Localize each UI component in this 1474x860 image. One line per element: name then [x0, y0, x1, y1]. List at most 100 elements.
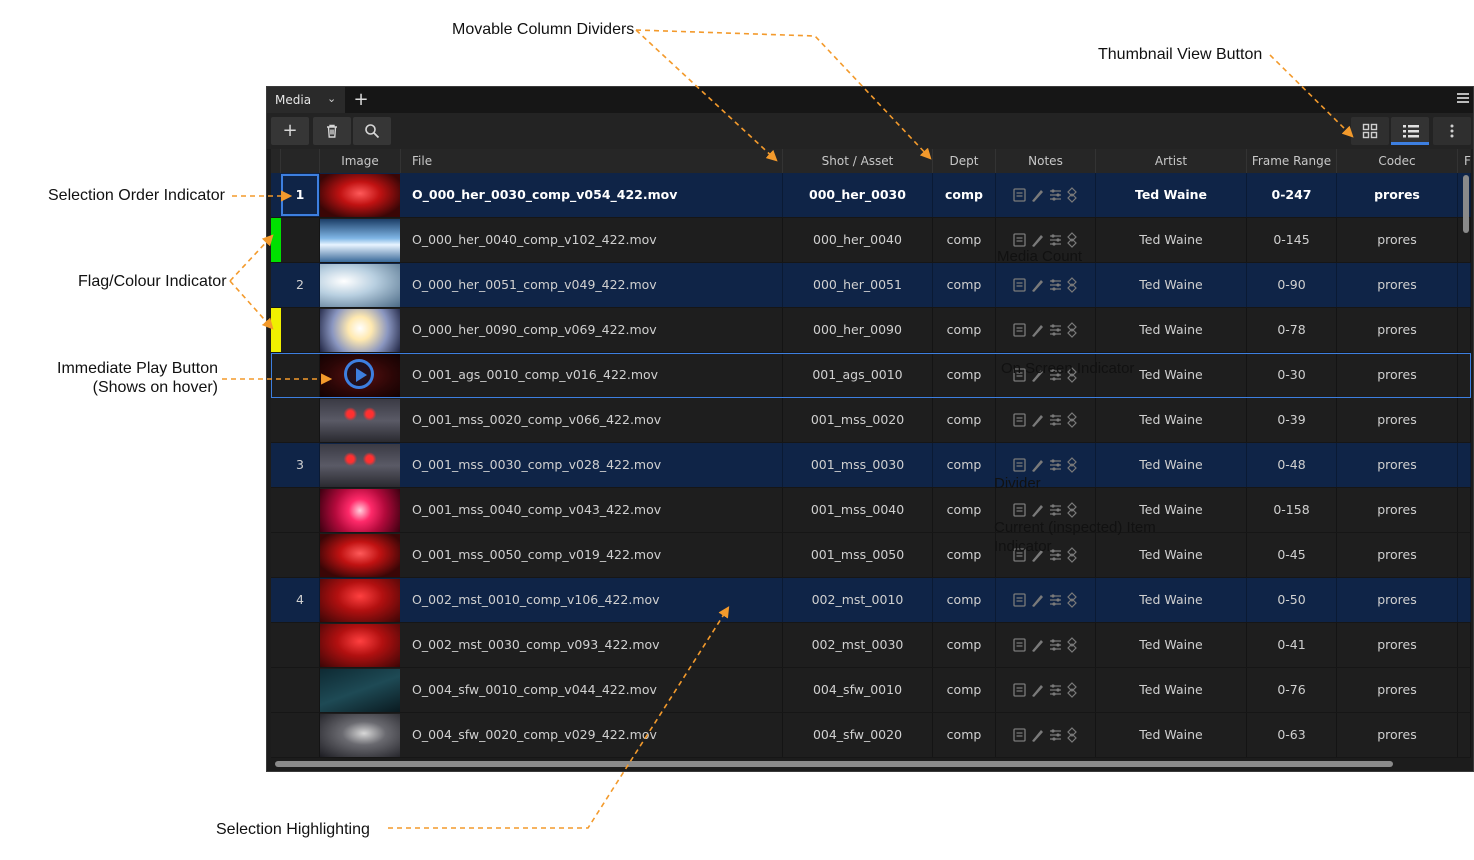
column-header-flag — [271, 149, 281, 173]
media-panel: Media ⌄ + + Image File Shot / Asset Dept — [266, 86, 1474, 772]
selection-order-indicator — [281, 713, 320, 757]
selection-order-indicator — [281, 668, 320, 712]
cell-frames: 0-247 — [1247, 173, 1337, 217]
cell-frames: 0-39 — [1247, 398, 1337, 442]
notes-icons-svg — [1013, 277, 1077, 293]
table-row[interactable]: O_001_mss_0020_comp_v066_422.mov 001_mss_… — [271, 398, 1471, 443]
cell-codec: prores — [1337, 443, 1458, 487]
cell-shot: 004_sfw_0010 — [783, 668, 933, 712]
cell-extra — [1458, 263, 1471, 307]
table-row[interactable]: O_000_her_0090_comp_v069_422.mov 000_her_… — [271, 308, 1471, 353]
more-options-button[interactable] — [1433, 117, 1471, 145]
play-icon[interactable] — [344, 359, 374, 389]
cell-file: O_001_mss_0020_comp_v066_422.mov — [401, 398, 783, 442]
notes-icons[interactable] — [1012, 321, 1082, 339]
notes-icons[interactable] — [1012, 456, 1082, 474]
table-row[interactable]: 4 O_002_mst_0010_comp_v106_422.mov 002_mst… — [271, 578, 1471, 623]
thumbnail-image[interactable] — [320, 174, 400, 217]
thumbnail-image[interactable] — [320, 444, 400, 487]
table-row[interactable]: 2 O_000_her_0051_comp_v049_422.mov 000_her… — [271, 263, 1471, 308]
column-header-shot[interactable]: Shot / Asset — [783, 149, 933, 173]
cell-codec: prores — [1337, 623, 1458, 667]
table-row[interactable]: O_004_sfw_0020_comp_v029_422.mov 004_sfw_… — [271, 713, 1471, 758]
cell-dept: comp — [933, 443, 996, 487]
cell-frames: 0-41 — [1247, 623, 1337, 667]
cell-artist: Ted Waine — [1096, 713, 1247, 757]
notes-icons[interactable] — [1012, 411, 1082, 429]
notes-icons[interactable] — [1012, 276, 1082, 294]
annotation-movable-column-dividers: Movable Column Dividers — [452, 21, 635, 38]
cell-codec: prores — [1337, 398, 1458, 442]
notes-icons[interactable] — [1012, 591, 1082, 609]
tab-media[interactable]: Media ⌄ — [267, 87, 345, 113]
cell-dept: comp — [933, 353, 996, 397]
column-header-image[interactable]: Image — [320, 149, 401, 173]
annotation-immediate-play-line1: Immediate Play Button — [57, 360, 218, 377]
column-header-extra[interactable]: F — [1458, 149, 1471, 173]
search-button[interactable] — [353, 117, 391, 145]
thumbnail-image[interactable] — [320, 534, 400, 577]
column-header-codec[interactable]: Codec — [1337, 149, 1458, 173]
cell-artist: Ted Waine — [1096, 308, 1247, 352]
hamburger-menu-icon[interactable] — [1457, 93, 1469, 103]
thumbnail-image[interactable] — [320, 489, 400, 532]
table-row[interactable]: O_000_her_0040_comp_v102_422.mov 000_her_… — [271, 218, 1471, 263]
cell-artist: Ted Waine — [1096, 173, 1247, 217]
cell-codec: prores — [1337, 173, 1458, 217]
chevron-down-icon[interactable]: ⌄ — [327, 92, 336, 105]
column-header-dept[interactable]: Dept — [933, 149, 996, 173]
thumbnail-view-button[interactable] — [1351, 117, 1389, 145]
thumbnail-image[interactable] — [320, 714, 400, 757]
cell-artist: Ted Waine — [1096, 398, 1247, 442]
column-header-artist[interactable]: Artist — [1096, 149, 1247, 173]
table-row[interactable]: O_002_mst_0030_comp_v093_422.mov 002_mst_… — [271, 623, 1471, 668]
column-header-frame-range[interactable]: Frame Range — [1247, 149, 1337, 173]
vertical-scrollbar[interactable] — [1463, 175, 1469, 233]
cell-dept: comp — [933, 308, 996, 352]
selection-order-indicator: 2 — [281, 263, 320, 307]
cell-file: O_002_mst_0010_comp_v106_422.mov — [401, 578, 783, 622]
thumbnail-image[interactable] — [320, 309, 400, 352]
selection-order-indicator — [281, 308, 320, 352]
notes-icons[interactable] — [1012, 636, 1082, 654]
cell-extra — [1458, 713, 1471, 757]
delete-media-button[interactable] — [313, 117, 351, 145]
column-header-file[interactable]: File — [401, 149, 783, 173]
thumbnail-image[interactable] — [320, 219, 400, 262]
column-header-notes[interactable]: Notes — [996, 149, 1096, 173]
flag-colour-indicator — [271, 308, 281, 352]
horizontal-scrollbar[interactable] — [275, 761, 1393, 767]
table-row[interactable]: 1 O_000_her_0030_comp_v054_422.mov 000_her… — [271, 173, 1471, 218]
cell-shot: 000_her_0051 — [783, 263, 933, 307]
thumbnail-image[interactable] — [320, 579, 400, 622]
cell-extra — [1458, 398, 1471, 442]
table-row[interactable]: O_001_ags_0010_comp_v016_422.mov 001_ags_… — [271, 353, 1471, 398]
column-header-order[interactable] — [281, 149, 320, 173]
cell-shot: 002_mst_0030 — [783, 623, 933, 667]
table-row[interactable]: O_001_mss_0050_comp_v019_422.mov 001_mss_… — [271, 533, 1471, 578]
cell-dept: comp — [933, 173, 996, 217]
selection-order-indicator — [281, 398, 320, 442]
add-tab-button[interactable]: + — [353, 89, 369, 110]
cell-frames: 0-30 — [1247, 353, 1337, 397]
notes-icons[interactable] — [1012, 186, 1082, 204]
thumbnail-image[interactable] — [320, 669, 400, 712]
thumbnail-image[interactable] — [320, 264, 400, 307]
notes-icons[interactable] — [1012, 681, 1082, 699]
selection-order-indicator — [281, 623, 320, 667]
table-row[interactable]: O_004_sfw_0010_comp_v044_422.mov 004_sfw_… — [271, 668, 1471, 713]
table-row[interactable]: 3 O_001_mss_0030_comp_v028_422.mov 001_mss… — [271, 443, 1471, 488]
notes-icons[interactable] — [1012, 501, 1082, 519]
current-item-indicator — [281, 174, 319, 216]
notes-icons[interactable] — [1012, 726, 1082, 744]
list-view-button[interactable] — [1391, 117, 1429, 145]
list-icon — [1403, 125, 1419, 138]
add-media-button[interactable]: + — [271, 117, 309, 145]
thumbnail-image[interactable] — [320, 624, 400, 667]
thumbnail-image[interactable] — [320, 399, 400, 442]
table-row[interactable]: O_001_mss_0040_comp_v043_422.mov 001_mss_… — [271, 488, 1471, 533]
cell-extra — [1458, 668, 1471, 712]
annotation-selection-highlighting: Selection Highlighting — [216, 821, 370, 838]
media-list: 1 O_000_her_0030_comp_v054_422.mov 000_her… — [271, 173, 1471, 758]
cell-dept: comp — [933, 533, 996, 577]
